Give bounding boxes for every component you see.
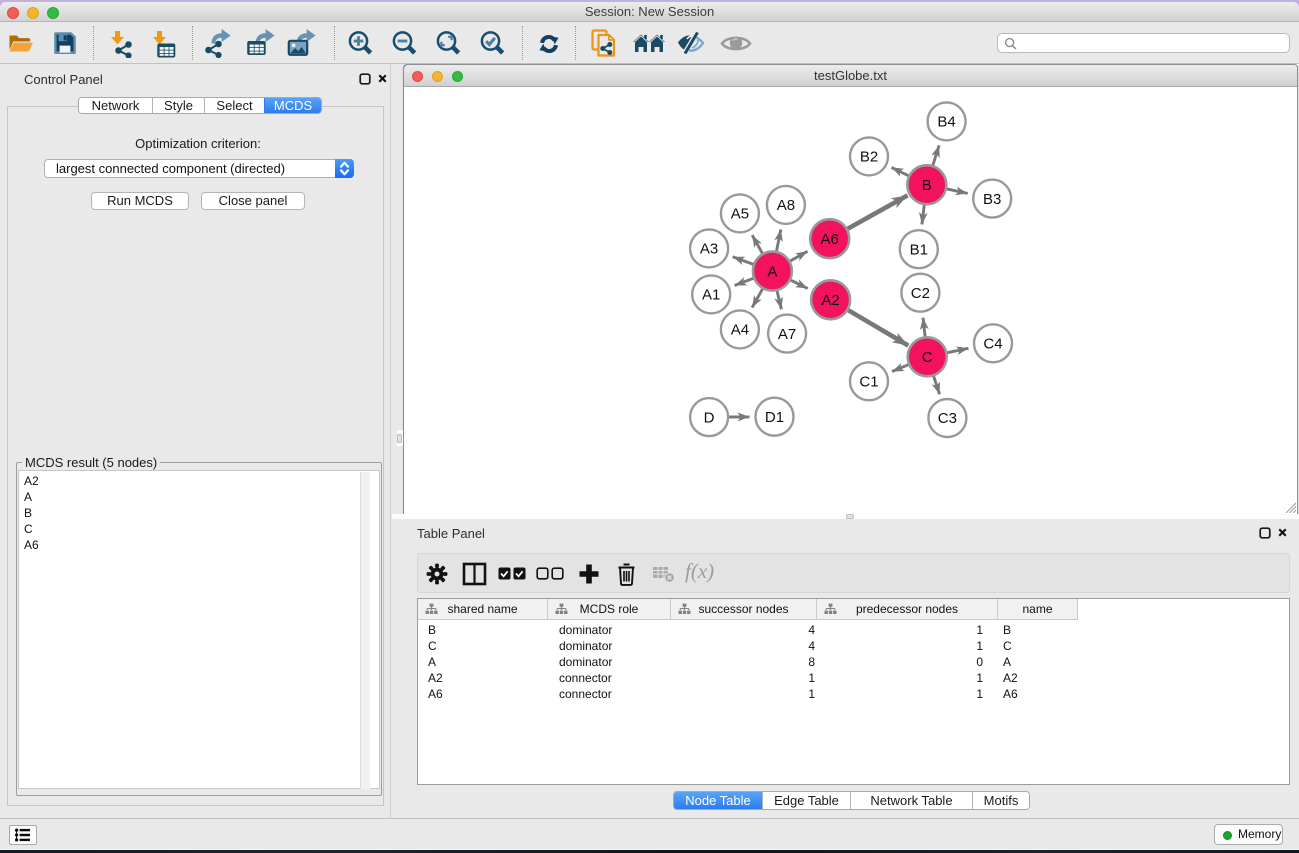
svg-text:B: B [922,177,932,194]
svg-text:A7: A7 [778,326,796,343]
svg-text:A3: A3 [700,241,718,258]
svg-text:C4: C4 [983,336,1002,353]
svg-text:C: C [922,349,933,366]
svg-text:C2: C2 [911,285,930,302]
svg-text:A: A [767,263,777,280]
svg-text:A6: A6 [821,231,839,248]
svg-text:A2: A2 [821,292,839,309]
svg-text:B2: B2 [860,149,878,166]
svg-text:C1: C1 [859,374,878,391]
svg-text:D1: D1 [765,409,784,426]
svg-text:B1: B1 [910,241,928,258]
svg-text:A8: A8 [777,197,795,214]
svg-text:D: D [704,409,715,426]
svg-text:A1: A1 [702,287,720,304]
svg-text:B3: B3 [983,191,1001,208]
svg-text:A4: A4 [731,322,749,339]
svg-text:A5: A5 [731,206,749,223]
svg-text:C3: C3 [938,410,957,427]
svg-text:B4: B4 [937,114,955,131]
